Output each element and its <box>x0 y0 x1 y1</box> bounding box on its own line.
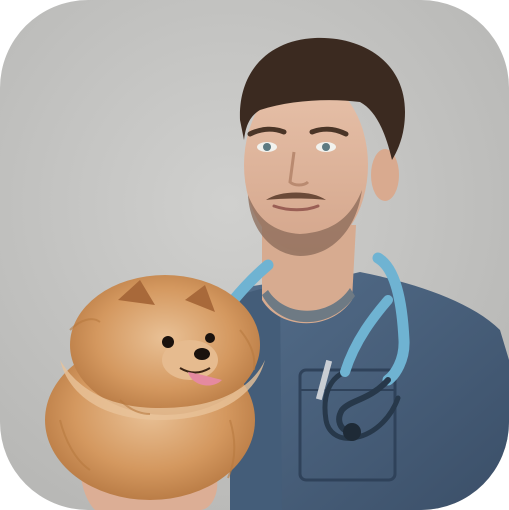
right-ear <box>371 149 399 201</box>
photo <box>0 0 509 510</box>
dog-left-eye <box>162 336 174 348</box>
photo-frame <box>0 0 509 510</box>
dog-nose <box>194 348 210 360</box>
right-iris <box>322 143 330 151</box>
stethoscope-chestpiece <box>343 423 361 441</box>
left-iris <box>263 143 271 151</box>
dog-right-eye <box>205 333 215 343</box>
